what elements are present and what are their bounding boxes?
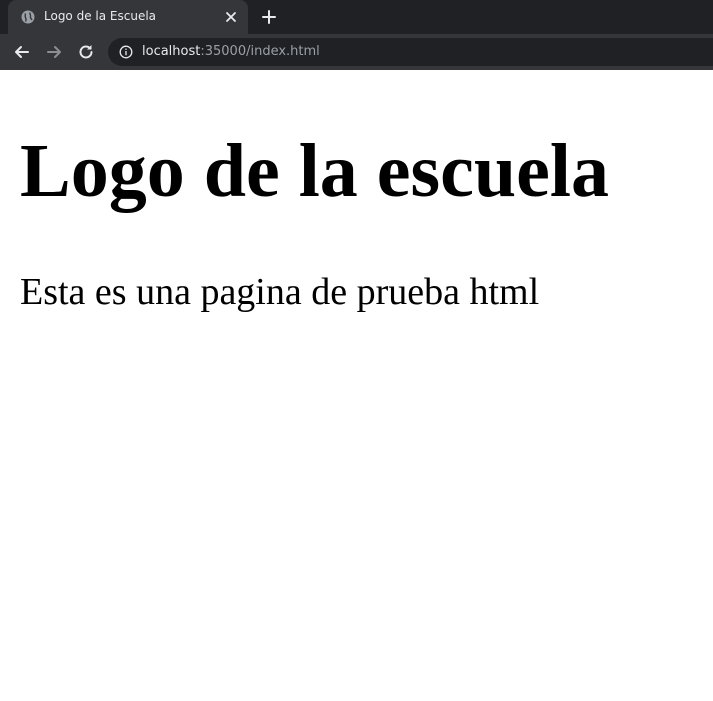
page-paragraph: Esta es una pagina de prueba html: [20, 271, 540, 313]
tab-title: Logo de la Escuela: [44, 9, 157, 23]
browser-window: Logo de la Escuela localhost:35000/index…: [0, 0, 713, 701]
url-path: :35000/index.html: [200, 44, 320, 59]
url-text[interactable]: localhost:35000/index.html: [142, 44, 320, 59]
forward-arrow-icon[interactable]: [44, 42, 64, 62]
tab-strip: Logo de la Escuela: [0, 0, 713, 34]
address-bar[interactable]: localhost:35000/index.html: [108, 38, 713, 66]
page-heading: Logo de la escuela: [20, 129, 609, 213]
page-content: Logo de la escuela Esta es una pagina de…: [0, 70, 713, 701]
reload-icon[interactable]: [76, 42, 96, 62]
toolbar: localhost:35000/index.html: [0, 34, 713, 70]
tab-active[interactable]: Logo de la Escuela: [8, 0, 248, 34]
globe-icon: [21, 10, 35, 24]
back-arrow-icon[interactable]: [12, 42, 32, 62]
info-icon[interactable]: [119, 45, 133, 59]
url-host: localhost: [142, 44, 201, 59]
new-tab-plus-icon[interactable]: [261, 9, 277, 25]
close-icon[interactable]: [224, 10, 238, 24]
